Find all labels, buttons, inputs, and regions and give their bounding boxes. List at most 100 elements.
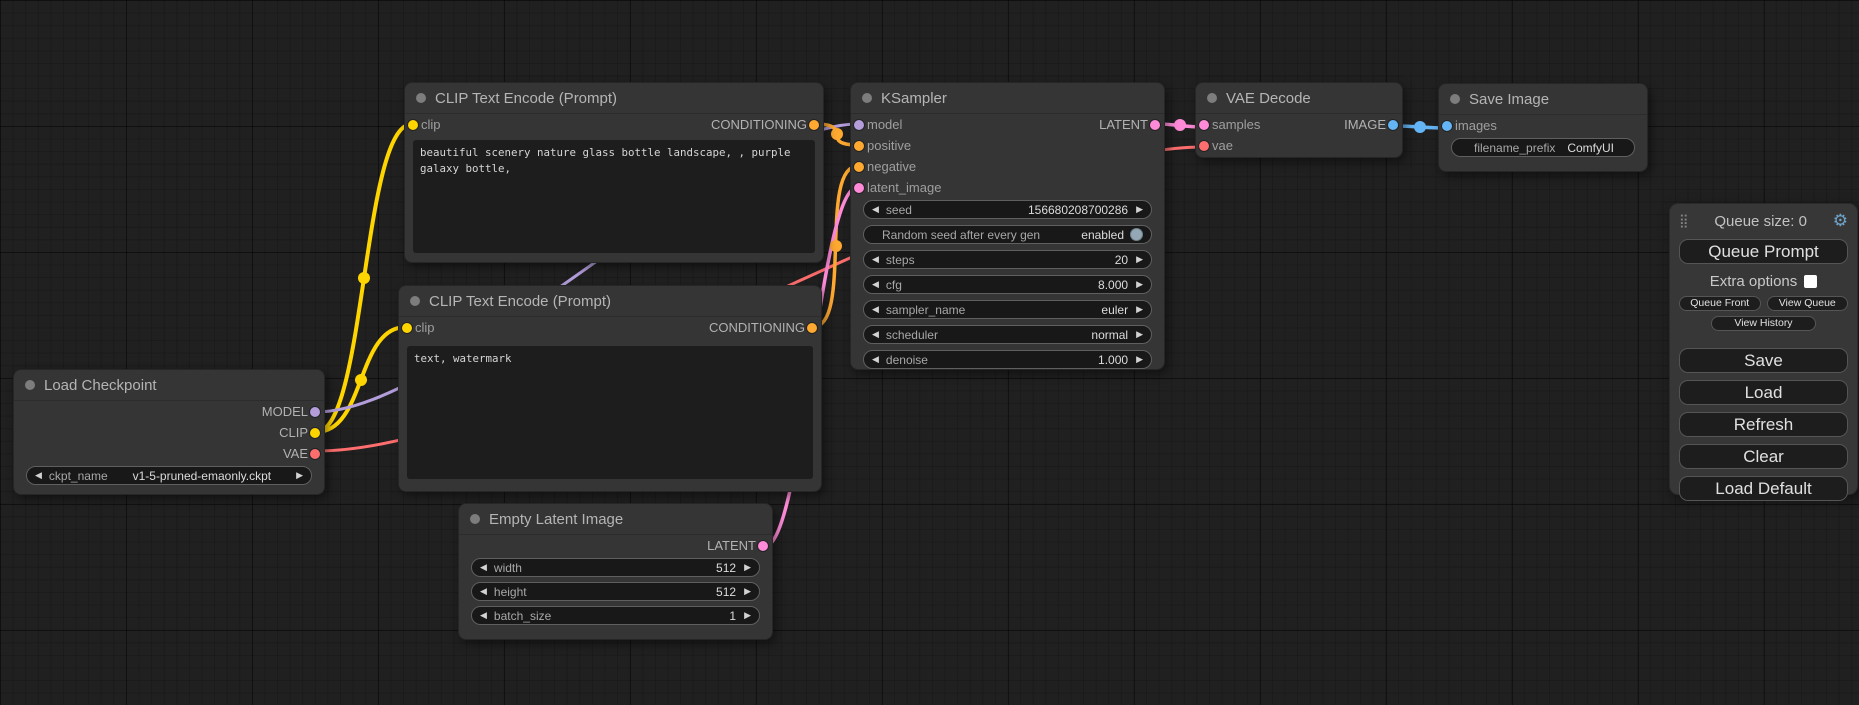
input-port-negative[interactable] <box>854 162 864 172</box>
widget-ckpt-name[interactable]: ◀ ckpt_name v1-5-pruned-emaonly.ckpt ▶ <box>26 466 312 485</box>
collapse-dot-icon[interactable] <box>416 93 426 103</box>
collapse-dot-icon[interactable] <box>1207 93 1217 103</box>
increment-arrow-icon[interactable]: ▶ <box>744 587 751 596</box>
decrement-arrow-icon[interactable]: ◀ <box>872 330 879 339</box>
widget-height[interactable]: ◀ height 512 ▶ <box>471 582 760 601</box>
output-label-image: IMAGE <box>1344 117 1386 132</box>
widget-denoise[interactable]: ◀ denoise 1.000 ▶ <box>863 350 1152 369</box>
input-label-images: images <box>1455 118 1497 133</box>
collapse-dot-icon[interactable] <box>470 514 480 524</box>
node-title-text: Empty Latent Image <box>489 511 623 528</box>
node-title-text: CLIP Text Encode (Prompt) <box>429 293 611 310</box>
load-button[interactable]: Load <box>1679 380 1848 405</box>
input-port-vae[interactable] <box>1199 141 1209 151</box>
node-header[interactable]: CLIP Text Encode (Prompt) <box>399 286 821 317</box>
load-default-button[interactable]: Load Default <box>1679 476 1848 501</box>
node-header[interactable]: KSampler <box>851 83 1164 114</box>
output-port-conditioning[interactable] <box>809 120 819 130</box>
node-header[interactable]: Save Image <box>1439 84 1647 115</box>
widget-batch-size[interactable]: ◀ batch_size 1 ▶ <box>471 606 760 625</box>
clear-button[interactable]: Clear <box>1679 444 1848 469</box>
node-header[interactable]: VAE Decode <box>1196 83 1402 114</box>
widget-cfg[interactable]: ◀ cfg 8.000 ▶ <box>863 275 1152 294</box>
link-midpoint-dot <box>1414 121 1426 133</box>
input-port-samples[interactable] <box>1199 120 1209 130</box>
widget-seed[interactable]: ◀ seed 156680208700286 ▶ <box>863 200 1152 219</box>
increment-arrow-icon[interactable]: ▶ <box>296 471 303 480</box>
drag-handle-icon[interactable]: ⣿ <box>1679 213 1689 229</box>
node-header[interactable]: Empty Latent Image <box>459 504 772 535</box>
input-port-model[interactable] <box>854 120 864 130</box>
input-label-negative: negative <box>867 159 916 174</box>
input-port-positive[interactable] <box>854 141 864 151</box>
input-port-images[interactable] <box>1442 121 1452 131</box>
refresh-button[interactable]: Refresh <box>1679 412 1848 437</box>
widget-sampler-name[interactable]: ◀ sampler_name euler ▶ <box>863 300 1152 319</box>
widget-width[interactable]: ◀ width 512 ▶ <box>471 558 760 577</box>
decrement-arrow-icon[interactable]: ◀ <box>872 205 879 214</box>
extra-options-checkbox[interactable] <box>1804 275 1817 288</box>
node-header[interactable]: CLIP Text Encode (Prompt) <box>405 83 823 114</box>
prompt-textarea[interactable]: text, watermark <box>407 346 813 479</box>
queue-front-button[interactable]: Queue Front <box>1679 296 1761 311</box>
output-label-latent: LATENT <box>1099 117 1148 132</box>
input-label-samples: samples <box>1212 117 1260 132</box>
input-port-clip[interactable] <box>402 323 412 333</box>
input-port-clip[interactable] <box>408 120 418 130</box>
increment-arrow-icon[interactable]: ▶ <box>744 611 751 620</box>
node-title-text: Save Image <box>1469 91 1549 108</box>
decrement-arrow-icon[interactable]: ◀ <box>872 305 879 314</box>
input-port-latent-image[interactable] <box>854 183 864 193</box>
decrement-arrow-icon[interactable]: ◀ <box>872 355 879 364</box>
widget-steps[interactable]: ◀ steps 20 ▶ <box>863 250 1152 269</box>
collapse-dot-icon[interactable] <box>410 296 420 306</box>
output-port-model[interactable] <box>310 407 320 417</box>
output-port-latent[interactable] <box>758 541 768 551</box>
widget-scheduler[interactable]: ◀ scheduler normal ▶ <box>863 325 1152 344</box>
increment-arrow-icon[interactable]: ▶ <box>1136 205 1143 214</box>
output-label-conditioning: CONDITIONING <box>709 320 805 335</box>
decrement-arrow-icon[interactable]: ◀ <box>480 563 487 572</box>
output-label-conditioning: CONDITIONING <box>711 117 807 132</box>
collapse-dot-icon[interactable] <box>1450 94 1460 104</box>
widget-random-seed-toggle[interactable]: Random seed after every gen enabled <box>863 225 1152 244</box>
output-label-clip: CLIP <box>279 425 308 440</box>
node-load-checkpoint: Load Checkpoint MODEL CLIP VAE ◀ ckpt_na… <box>13 369 325 495</box>
link-midpoint-dot <box>830 240 842 252</box>
decrement-arrow-icon[interactable]: ◀ <box>872 280 879 289</box>
prompt-textarea[interactable]: beautiful scenery nature glass bottle la… <box>413 140 815 253</box>
increment-arrow-icon[interactable]: ▶ <box>1136 255 1143 264</box>
node-title-text: CLIP Text Encode (Prompt) <box>435 90 617 107</box>
node-save-image: Save Image images filename_prefix ComfyU… <box>1438 83 1648 172</box>
output-port-image[interactable] <box>1388 120 1398 130</box>
increment-arrow-icon[interactable]: ▶ <box>1136 330 1143 339</box>
node-clip-text-encode-positive: CLIP Text Encode (Prompt) clip CONDITION… <box>404 82 824 263</box>
decrement-arrow-icon[interactable]: ◀ <box>872 255 879 264</box>
increment-arrow-icon[interactable]: ▶ <box>1136 355 1143 364</box>
output-label-latent: LATENT <box>707 538 756 553</box>
increment-arrow-icon[interactable]: ▶ <box>1136 280 1143 289</box>
collapse-dot-icon[interactable] <box>862 93 872 103</box>
node-title-text: Load Checkpoint <box>44 377 157 394</box>
output-port-latent[interactable] <box>1150 120 1160 130</box>
queue-prompt-button[interactable]: Queue Prompt <box>1679 239 1848 264</box>
output-port-conditioning[interactable] <box>807 323 817 333</box>
save-button[interactable]: Save <box>1679 348 1848 373</box>
decrement-arrow-icon[interactable]: ◀ <box>35 471 42 480</box>
gear-icon[interactable]: ⚙ <box>1833 211 1848 231</box>
output-port-vae[interactable] <box>310 449 320 459</box>
node-header[interactable]: Load Checkpoint <box>14 370 324 401</box>
increment-arrow-icon[interactable]: ▶ <box>1136 305 1143 314</box>
decrement-arrow-icon[interactable]: ◀ <box>480 611 487 620</box>
collapse-dot-icon[interactable] <box>25 380 35 390</box>
widget-filename-prefix[interactable]: filename_prefix ComfyUI <box>1451 138 1635 157</box>
increment-arrow-icon[interactable]: ▶ <box>744 563 751 572</box>
view-history-button[interactable]: View History <box>1711 316 1816 331</box>
toggle-circle-icon[interactable] <box>1130 228 1143 241</box>
decrement-arrow-icon[interactable]: ◀ <box>480 587 487 596</box>
menu-panel: ⣿ Queue size: 0 ⚙ Queue Prompt Extra opt… <box>1669 203 1858 495</box>
queue-size-label: Queue size: 0 <box>1689 213 1833 230</box>
view-queue-button[interactable]: View Queue <box>1767 296 1849 311</box>
output-port-clip[interactable] <box>310 428 320 438</box>
input-label-vae: vae <box>1212 138 1233 153</box>
